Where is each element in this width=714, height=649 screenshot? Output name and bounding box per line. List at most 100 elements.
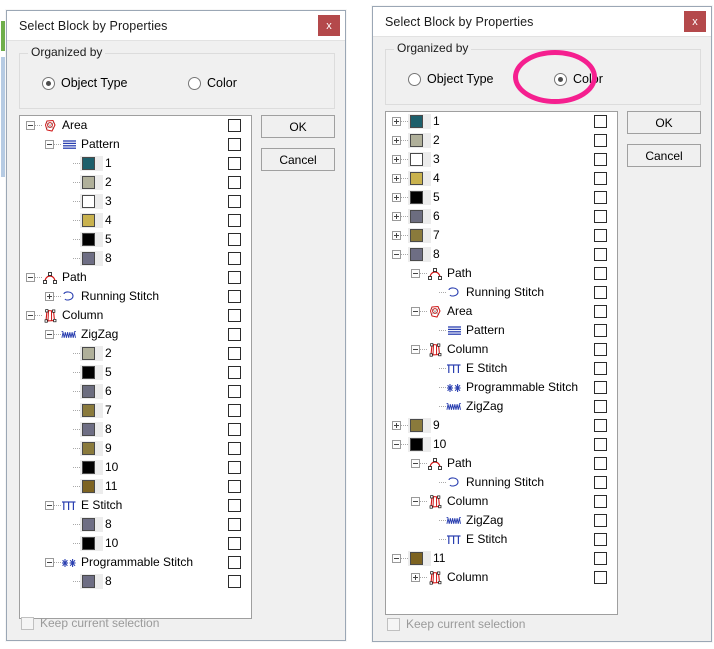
tree-row[interactable]: Area (20, 116, 251, 135)
keep-current-selection-row[interactable]: Keep current selection (21, 616, 159, 630)
tree-row-checkbox[interactable] (594, 248, 607, 261)
tree-row[interactable]: 6 (386, 207, 617, 226)
tree-row-checkbox[interactable] (594, 267, 607, 280)
collapse-icon[interactable] (45, 558, 54, 567)
tree-row-checkbox[interactable] (228, 195, 241, 208)
tree-row-checkbox[interactable] (228, 537, 241, 550)
tree-row[interactable]: ZigZag (20, 325, 251, 344)
cancel-button[interactable]: Cancel (261, 148, 335, 171)
tree-row[interactable]: 8 (20, 572, 251, 591)
tree-row[interactable]: Programmable Stitch (20, 553, 251, 572)
collapse-icon[interactable] (411, 345, 420, 354)
keep-current-selection-checkbox[interactable] (387, 617, 400, 631)
tree-row[interactable]: Path (386, 454, 617, 473)
tree-row[interactable]: Running Stitch (386, 473, 617, 492)
tree-row-checkbox[interactable] (594, 286, 607, 299)
tree-row[interactable]: 5 (20, 230, 251, 249)
tree-row-checkbox[interactable] (594, 134, 607, 147)
tree-row-checkbox[interactable] (228, 271, 241, 284)
close-icon[interactable]: x (684, 11, 706, 32)
keep-current-selection-row[interactable]: Keep current selection (387, 617, 525, 631)
expand-icon[interactable] (45, 292, 54, 301)
tree-row[interactable]: 9 (20, 439, 251, 458)
tree-row[interactable]: Running Stitch (20, 287, 251, 306)
radio-color[interactable]: Color (188, 76, 237, 90)
tree-row[interactable]: Column (20, 306, 251, 325)
collapse-icon[interactable] (45, 501, 54, 510)
tree-row[interactable]: 2 (20, 173, 251, 192)
tree-row[interactable]: 11 (386, 549, 617, 568)
tree-row[interactable]: 8 (20, 515, 251, 534)
cancel-button[interactable]: Cancel (627, 144, 701, 167)
tree-row-checkbox[interactable] (594, 438, 607, 451)
tree-row[interactable]: 1 (386, 112, 617, 131)
tree-row-checkbox[interactable] (594, 514, 607, 527)
tree-row-checkbox[interactable] (228, 442, 241, 455)
tree-row[interactable]: Column (386, 492, 617, 511)
tree-row-checkbox[interactable] (594, 495, 607, 508)
tree-row[interactable]: 3 (386, 150, 617, 169)
properties-tree-right[interactable]: 1 2 3 4 5 6 7 8 Path Running Stitch Area Pattern Col… (385, 111, 618, 615)
tree-row[interactable]: Running Stitch (386, 283, 617, 302)
collapse-icon[interactable] (26, 311, 35, 320)
tree-row[interactable]: 10 (20, 534, 251, 553)
collapse-icon[interactable] (411, 459, 420, 468)
tree-row-checkbox[interactable] (594, 457, 607, 470)
tree-row[interactable]: E Stitch (386, 359, 617, 378)
tree-row[interactable]: 9 (386, 416, 617, 435)
collapse-icon[interactable] (392, 440, 401, 449)
tree-row-checkbox[interactable] (594, 381, 607, 394)
tree-row[interactable]: 10 (386, 435, 617, 454)
tree-row[interactable]: 2 (20, 344, 251, 363)
close-icon[interactable]: x (318, 15, 340, 36)
tree-row-checkbox[interactable] (594, 552, 607, 565)
expand-icon[interactable] (411, 573, 420, 582)
tree-row[interactable]: Pattern (20, 135, 251, 154)
tree-row-checkbox[interactable] (594, 191, 607, 204)
tree-row-checkbox[interactable] (228, 404, 241, 417)
tree-row[interactable]: 11 (20, 477, 251, 496)
collapse-icon[interactable] (392, 250, 401, 259)
tree-row-checkbox[interactable] (594, 400, 607, 413)
tree-row-checkbox[interactable] (228, 366, 241, 379)
tree-row-checkbox[interactable] (228, 347, 241, 360)
tree-row-checkbox[interactable] (594, 172, 607, 185)
tree-row-checkbox[interactable] (594, 419, 607, 432)
tree-row[interactable]: 8 (386, 245, 617, 264)
tree-row-checkbox[interactable] (594, 229, 607, 242)
tree-row[interactable]: 4 (20, 211, 251, 230)
collapse-icon[interactable] (26, 121, 35, 130)
radio-object-type[interactable]: Object Type (42, 76, 127, 90)
tree-row-checkbox[interactable] (594, 571, 607, 584)
tree-row-checkbox[interactable] (228, 290, 241, 303)
tree-row[interactable]: 4 (386, 169, 617, 188)
collapse-icon[interactable] (411, 307, 420, 316)
properties-tree-left[interactable]: Area Pattern 1 2 3 4 5 8 Path Running Stitch Colum… (19, 115, 252, 619)
collapse-icon[interactable] (26, 273, 35, 282)
tree-row[interactable]: Path (20, 268, 251, 287)
tree-row[interactable]: Column (386, 568, 617, 587)
tree-row-checkbox[interactable] (594, 324, 607, 337)
tree-row[interactable]: Pattern (386, 321, 617, 340)
collapse-icon[interactable] (411, 497, 420, 506)
tree-row[interactable]: 8 (20, 420, 251, 439)
tree-row[interactable]: Programmable Stitch (386, 378, 617, 397)
expand-icon[interactable] (392, 117, 401, 126)
tree-row[interactable]: 7 (20, 401, 251, 420)
tree-row[interactable]: 2 (386, 131, 617, 150)
expand-icon[interactable] (392, 212, 401, 221)
radio-color[interactable]: Color (554, 72, 603, 86)
collapse-icon[interactable] (392, 554, 401, 563)
expand-icon[interactable] (392, 231, 401, 240)
ok-button[interactable]: OK (627, 111, 701, 134)
tree-row-checkbox[interactable] (594, 153, 607, 166)
tree-row[interactable]: Path (386, 264, 617, 283)
expand-icon[interactable] (392, 174, 401, 183)
tree-row[interactable]: 5 (386, 188, 617, 207)
tree-row-checkbox[interactable] (228, 423, 241, 436)
radio-object-type[interactable]: Object Type (408, 72, 493, 86)
tree-row-checkbox[interactable] (228, 233, 241, 246)
tree-row-checkbox[interactable] (228, 480, 241, 493)
tree-row-checkbox[interactable] (228, 461, 241, 474)
tree-row[interactable]: Column (386, 340, 617, 359)
